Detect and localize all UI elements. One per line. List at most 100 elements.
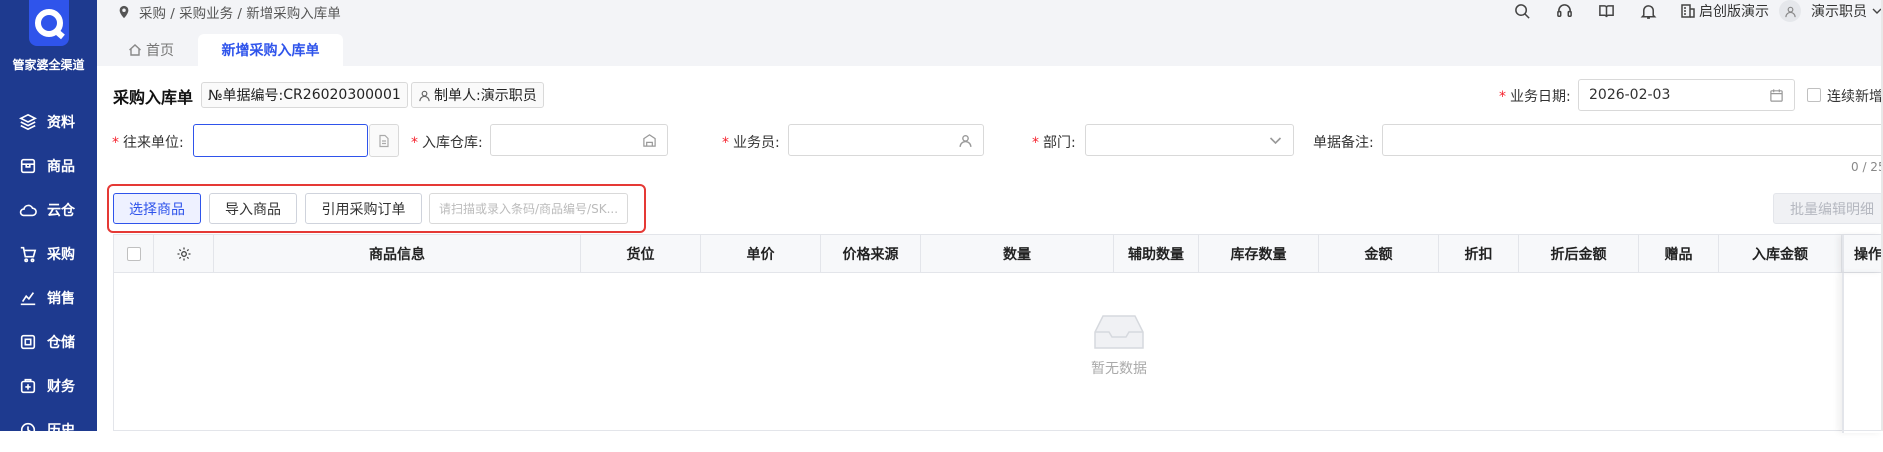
avatar[interactable]	[1779, 0, 1801, 22]
doc-number-label: №单据编号:	[208, 88, 284, 104]
finance-icon	[20, 378, 36, 394]
page-title: 采购入库单	[113, 88, 194, 107]
column-header[interactable]: 货位	[581, 235, 701, 272]
biz-date-label-text: 业务日期:	[1510, 89, 1571, 105]
sidebar-item-purchase[interactable]: 采购	[0, 232, 97, 276]
form-header: 采购入库单 №单据编号: CR26020300001 制单人: 演示职员 * 业务…	[97, 79, 1883, 111]
tab-home[interactable]: 首页	[128, 34, 174, 66]
select-all-cell	[114, 235, 154, 272]
support-button[interactable]	[1554, 1, 1574, 21]
tab-label: 首页	[146, 43, 174, 59]
top-bar: 采购 / 采购业务 / 新增采购入库单 启创版演示 演示职员	[97, 0, 1883, 22]
column-header[interactable]: 商品信息	[214, 235, 581, 272]
gear-icon	[177, 247, 190, 260]
sidebar-item-goods[interactable]: 商品	[0, 144, 97, 188]
remark-label: 单据备注:	[1313, 135, 1374, 151]
help-book-button[interactable]	[1596, 1, 1616, 21]
logo-q-icon	[35, 9, 63, 37]
book-icon	[1598, 4, 1614, 17]
sidebar-nav: 资料 商品 云仓 采购 销售 仓储 财务 历史	[0, 100, 97, 452]
history-icon	[20, 422, 36, 438]
sidebar-item-data[interactable]: 资料	[0, 100, 97, 144]
sidebar-item-label: 商品	[47, 159, 75, 175]
import-goods-button[interactable]: 导入商品	[209, 193, 297, 224]
column-header[interactable]: 数量	[921, 235, 1114, 272]
required-mark: *	[1032, 135, 1039, 151]
building-icon	[1681, 4, 1695, 18]
document-icon	[379, 134, 389, 148]
chevron-down-icon	[1269, 137, 1282, 145]
batch-edit-button[interactable]: 批量编辑明细	[1773, 193, 1883, 224]
tab-strip: 首页 新增采购入库单	[97, 22, 1883, 66]
sidebar-item-sales[interactable]: 销售	[0, 276, 97, 320]
location-pin-icon	[119, 5, 129, 19]
salesman-input[interactable]	[788, 124, 984, 156]
user-name[interactable]: 演示职员	[1811, 1, 1867, 21]
select-all-checkbox[interactable]	[126, 246, 141, 261]
bell-icon	[1640, 4, 1656, 19]
continuous-add-label: 连续新增	[1827, 89, 1883, 105]
doc-number-value: CR26020300001	[283, 87, 401, 103]
column-header[interactable]: 折扣	[1439, 235, 1519, 272]
partner-label: * 往来单位:	[112, 132, 184, 152]
sidebar-item-history[interactable]: 历史	[0, 408, 97, 452]
empty-text: 暂无数据	[1091, 361, 1147, 377]
scan-input[interactable]: 请扫描或录入条码/商品编号/SK...	[429, 193, 628, 224]
required-mark: *	[112, 135, 119, 151]
column-header[interactable]: 折后金额	[1519, 235, 1639, 272]
sidebar-item-label: 销售	[47, 291, 75, 307]
box-icon	[20, 158, 36, 174]
edition-label: 启创版演示	[1699, 4, 1769, 20]
notification-button[interactable]	[1638, 1, 1658, 21]
continuous-add-checkbox[interactable]	[1807, 88, 1821, 102]
column-header-actions: 操作	[1842, 235, 1883, 272]
doc-number-tag: №单据编号: CR26020300001	[201, 82, 408, 108]
sidebar-item-label: 历史	[47, 423, 75, 439]
partner-lookup-button[interactable]	[369, 124, 399, 157]
biz-date-label: * 业务日期:	[1499, 86, 1571, 106]
breadcrumb: 采购 / 采购业务 / 新增采购入库单	[117, 2, 341, 22]
person-icon	[959, 134, 972, 148]
partner-label-text: 往来单位:	[123, 135, 184, 151]
sidebar-item-label: 资料	[47, 115, 75, 131]
remark-input[interactable]	[1382, 124, 1883, 156]
required-mark: *	[722, 135, 729, 151]
tab-new-purchase-receipt[interactable]: 新增采购入库单	[198, 34, 343, 66]
dept-select[interactable]	[1085, 124, 1294, 156]
sidebar-item-label: 财务	[47, 379, 75, 395]
dept-label-text: 部门:	[1043, 135, 1076, 151]
sidebar-item-storage[interactable]: 仓储	[0, 320, 97, 364]
column-settings-cell[interactable]	[154, 235, 214, 272]
edition-switch[interactable]: 启创版演示	[1680, 1, 1769, 21]
sidebar-item-cloud[interactable]: 云仓	[0, 188, 97, 232]
cloud-warehouse-icon	[19, 204, 37, 217]
column-header[interactable]: 赠品	[1639, 235, 1719, 272]
maker-value: 演示职员	[480, 88, 537, 104]
empty-inbox-icon	[1094, 315, 1144, 349]
person-icon	[419, 90, 430, 101]
required-mark: *	[1499, 89, 1506, 105]
sidebar-item-finance[interactable]: 财务	[0, 364, 97, 408]
biz-date-field[interactable]: 2026-02-03	[1578, 79, 1795, 111]
column-header[interactable]: 辅助数量	[1114, 235, 1199, 272]
warehouse-input[interactable]	[490, 124, 668, 156]
brand-name: 管家婆全渠道	[12, 58, 85, 72]
column-header[interactable]: 单价	[701, 235, 821, 272]
select-goods-button[interactable]: 选择商品	[113, 193, 201, 224]
search-button[interactable]	[1512, 1, 1532, 21]
breadcrumb-text[interactable]: 采购 / 采购业务 / 新增采购入库单	[139, 2, 341, 22]
partner-input[interactable]	[193, 124, 368, 157]
column-header[interactable]: 价格来源	[821, 235, 921, 272]
column-header[interactable]: 入库金额	[1719, 235, 1842, 272]
actions-column	[1842, 273, 1883, 433]
biz-date-value: 2026-02-03	[1589, 87, 1671, 103]
app-logo[interactable]	[29, 0, 69, 46]
reference-order-button[interactable]: 引用采购订单	[305, 193, 422, 224]
layers-icon	[19, 113, 37, 131]
remark-char-count: 0 / 25	[1851, 160, 1883, 174]
column-header[interactable]: 金额	[1319, 235, 1439, 272]
form-fields: * 往来单位: * 入库仓库: * 业务员: * 部门: 单据备注: 0 / 25	[97, 124, 1883, 174]
column-header[interactable]: 库存数量	[1199, 235, 1319, 272]
storage-icon	[20, 334, 36, 350]
warehouse-label: * 入库仓库:	[411, 132, 483, 152]
